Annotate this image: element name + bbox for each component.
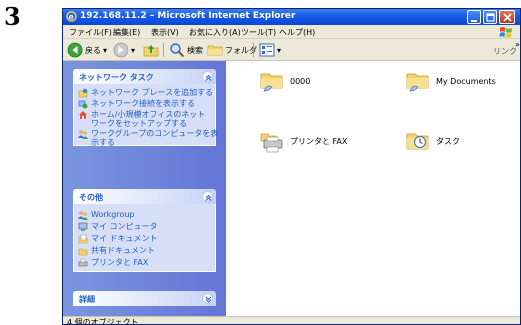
task-setup-network[interactable]: ホーム/小規模オフィスのネット ワークをセットアップする	[78, 110, 205, 128]
views-button[interactable]: ▾	[259, 42, 281, 58]
expand-icon[interactable]	[202, 293, 213, 304]
place-label: マイ コンピュータ	[91, 222, 158, 231]
up-folder-icon	[143, 45, 159, 57]
links-chevron-icon[interactable]: »	[515, 40, 520, 49]
back-arrow-icon	[67, 42, 83, 58]
back-button[interactable]: 戻る ▾	[67, 42, 107, 58]
scheduled-tasks-icon	[406, 133, 429, 150]
folder-item[interactable]: My Documents	[404, 67, 496, 95]
place-workgroup[interactable]: Workgroup	[78, 210, 135, 220]
collapse-icon[interactable]	[202, 191, 213, 202]
up-folder-button[interactable]	[143, 42, 159, 58]
folder-item[interactable]: 0000	[258, 67, 310, 95]
menu-edit[interactable]: 編集(E)	[113, 27, 140, 38]
forward-button[interactable]: ▾	[113, 42, 135, 58]
my-documents-icon	[78, 234, 88, 244]
network-tasks-panel: ネットワーク プレースを追加する ネットワーク接続を表示する ホーム/小規模オフ…	[73, 84, 218, 147]
place-my-computer[interactable]: マイ コンピュータ	[78, 222, 158, 232]
item-label: タスク	[436, 136, 460, 146]
network-tasks-header[interactable]: ネットワーク タスク	[73, 69, 216, 84]
other-places-header[interactable]: その他	[73, 189, 216, 204]
forward-arrow-icon	[113, 42, 129, 58]
maximize-button[interactable]	[483, 10, 497, 24]
links-label[interactable]: リンク	[493, 46, 517, 57]
task-label: ワークグループのコンピュータを表 示する	[91, 129, 219, 147]
place-label: マイ ドキュメント	[91, 234, 158, 243]
shared-documents-icon	[78, 248, 88, 256]
svg-text:e: e	[69, 13, 75, 22]
my-computer-icon	[78, 222, 88, 231]
menu-tools[interactable]: ツール(T)	[241, 27, 276, 38]
place-printers-fax[interactable]: プリンタと FAX	[78, 258, 148, 268]
task-label: ネットワーク プレースを追加する	[91, 88, 214, 97]
folders-icon	[207, 45, 223, 56]
menu-help[interactable]: ヘルプ(H)	[279, 27, 315, 38]
search-icon	[170, 43, 185, 58]
minimize-button[interactable]	[467, 10, 481, 24]
search-button[interactable]: 検索	[169, 42, 203, 58]
place-label: 共有ドキュメント	[91, 246, 155, 255]
printers-icon	[78, 258, 88, 267]
other-places-panel: Workgroup マイ コンピュータ マイ ドキュメント 共有ドキュメント プ…	[73, 204, 216, 272]
network-tasks-title: ネットワーク タスク	[79, 73, 154, 82]
menu-view[interactable]: 表示(V)	[151, 27, 179, 38]
toolbar-separator	[163, 43, 164, 57]
place-label: プリンタと FAX	[91, 258, 149, 267]
task-view-workgroup-computers[interactable]: ワークグループのコンピュータを表 示する	[78, 129, 218, 147]
item-label: My Documents	[436, 76, 496, 86]
shared-folder-icon	[260, 73, 283, 92]
back-label: 戻る	[85, 45, 101, 55]
file-view: 0000 My Documents プリンタと FAX タスク	[226, 61, 520, 316]
network-setup-icon	[79, 111, 87, 119]
task-pane: ネットワーク タスク ネットワーク プレースを追加する ネットワーク接続を表示す…	[63, 61, 226, 316]
views-dropdown-icon[interactable]: ▾	[277, 46, 281, 55]
folder-item[interactable]: プリンタと FAX	[258, 127, 347, 155]
workgroup-computers-icon	[78, 130, 88, 139]
window-title: 192.168.11.2 – Microsoft Internet Explor…	[80, 11, 296, 21]
item-label: プリンタと FAX	[290, 136, 348, 146]
place-my-documents[interactable]: マイ ドキュメント	[78, 234, 158, 244]
other-places-title: その他	[79, 193, 103, 202]
folder-item[interactable]: タスク	[404, 127, 460, 155]
maximize-icon	[486, 13, 495, 22]
details-header[interactable]: 詳細	[73, 291, 216, 306]
collapse-icon[interactable]	[202, 71, 213, 82]
status-bar: 4 個のオブジェクト	[63, 316, 520, 325]
add-network-place-icon	[78, 88, 88, 98]
minimize-icon	[471, 20, 477, 22]
menu-file[interactable]: ファイル(F)	[69, 27, 112, 38]
menu-bar: ファイル(F) 編集(E) 表示(V) お気に入り(A) ツール(T) ヘルプ(…	[63, 25, 520, 39]
item-label: 0000	[290, 76, 311, 86]
search-label: 検索	[187, 45, 203, 55]
toolbar: 戻る ▾ ▾ 検索 フォルダ ▾ リンク »	[63, 39, 520, 61]
menu-favorites[interactable]: お気に入り(A)	[189, 27, 241, 38]
folders-button[interactable]: フォルダ	[207, 42, 257, 58]
shared-folder-icon	[406, 73, 429, 92]
place-shared-documents[interactable]: 共有ドキュメント	[78, 246, 155, 256]
internet-explorer-icon: e	[66, 11, 77, 22]
status-text: 4 個のオブジェクト	[67, 318, 139, 325]
task-add-network-place[interactable]: ネットワーク プレースを追加する	[78, 88, 213, 98]
explorer-window: e 192.168.11.2 – Microsoft Internet Expl…	[62, 8, 521, 325]
forward-dropdown-icon[interactable]: ▾	[131, 46, 135, 55]
close-icon	[503, 13, 512, 22]
back-dropdown-icon[interactable]: ▾	[103, 46, 107, 55]
close-button[interactable]	[499, 10, 515, 24]
place-label: Workgroup	[91, 210, 135, 219]
network-connections-icon	[78, 100, 88, 109]
task-label: ホーム/小規模オフィスのネット ワークをセットアップする	[91, 110, 206, 128]
task-view-connections[interactable]: ネットワーク接続を表示する	[78, 99, 195, 109]
windows-logo-icon	[499, 27, 512, 38]
toolbar-separator	[253, 43, 254, 57]
title-bar[interactable]: e 192.168.11.2 – Microsoft Internet Expl…	[63, 9, 520, 25]
step-number: 3	[4, 2, 21, 31]
workgroup-icon	[78, 211, 88, 220]
task-label: ネットワーク接続を表示する	[91, 99, 195, 108]
details-title: 詳細	[79, 295, 95, 304]
views-icon	[259, 43, 275, 57]
printer-icon	[260, 133, 283, 153]
